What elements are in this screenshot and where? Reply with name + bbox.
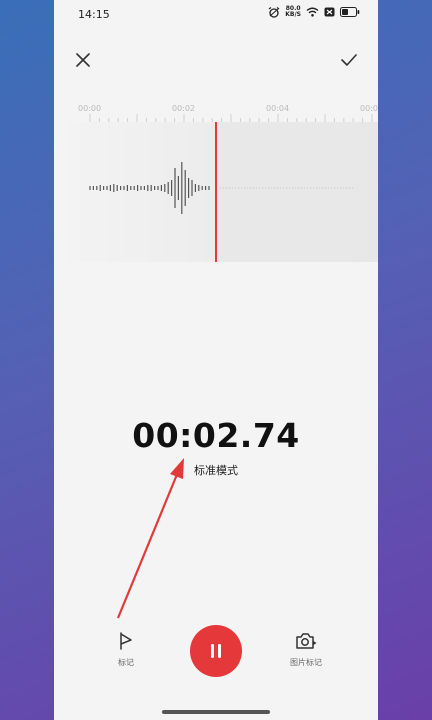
close-button[interactable] (72, 49, 94, 71)
flag-icon (120, 632, 132, 650)
pause-button[interactable] (190, 625, 242, 677)
pause-icon (211, 644, 221, 658)
camera-icon (296, 633, 317, 649)
recording-mode[interactable]: 标准模式 (54, 462, 378, 478)
confirm-button[interactable] (338, 49, 360, 71)
timeline-ticks (89, 114, 373, 122)
mark-label: 标记 (118, 658, 134, 667)
recorder-screen: 14:15 80.0 KB/S 00:00 00:02 00:04 00:0 0… (54, 0, 378, 720)
alarm-icon (268, 6, 280, 18)
status-time: 14:15 (78, 8, 110, 21)
playhead-line (215, 122, 217, 262)
timeline-ruler: 00:00 00:02 00:04 00:06 (54, 98, 378, 124)
wifi-icon (306, 7, 319, 17)
net-speed: 80.0 KB/S (285, 5, 301, 18)
photo-mark-label: 图片标记 (290, 658, 322, 667)
sim-off-icon (324, 7, 335, 17)
close-icon (76, 53, 90, 67)
status-icons: 80.0 KB/S (268, 6, 360, 18)
home-indicator[interactable] (162, 710, 270, 714)
check-icon (341, 54, 357, 66)
photo-mark-button[interactable]: 图片标记 (276, 632, 336, 668)
status-bar: 14:15 80.0 KB/S (54, 0, 378, 30)
elapsed-timer: 00:02.74 (132, 416, 300, 455)
battery-icon (340, 7, 360, 17)
mark-button[interactable]: 标记 (96, 632, 156, 668)
